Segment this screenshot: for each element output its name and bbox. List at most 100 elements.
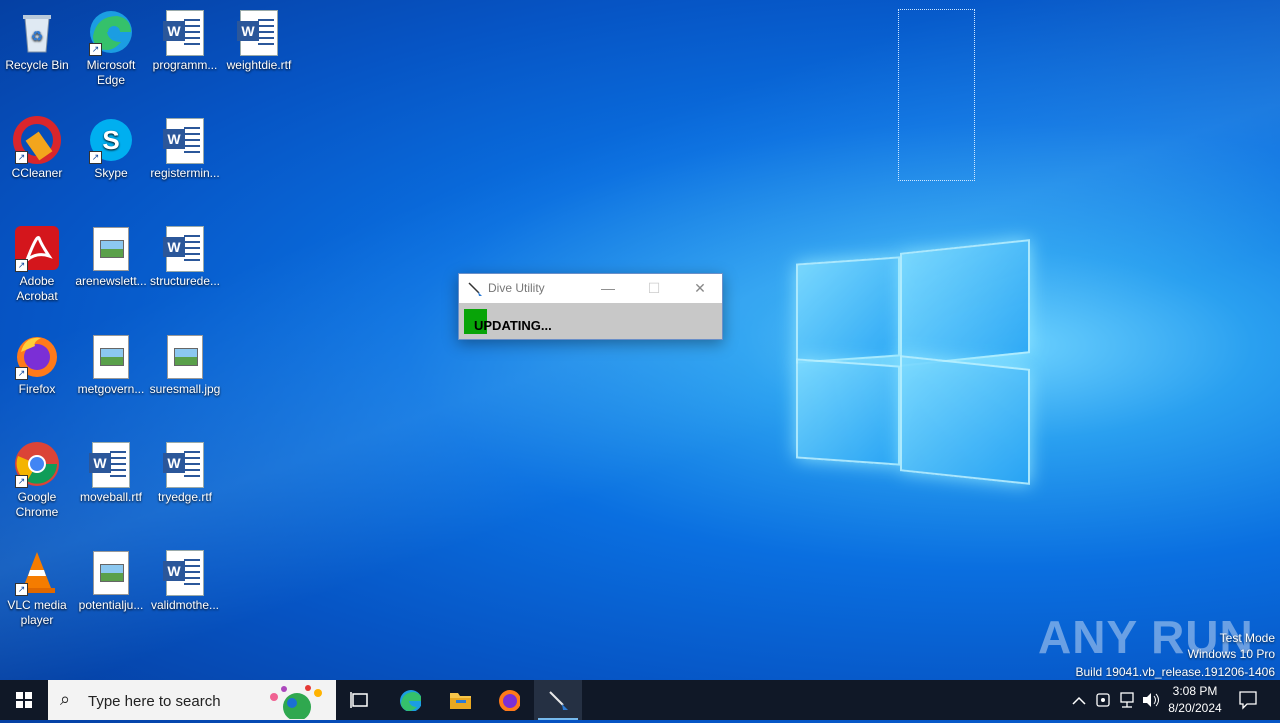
shortcut-arrow-icon: ↗ xyxy=(89,43,102,56)
word-document-icon: W xyxy=(163,550,204,596)
shortcut-arrow-icon: ↗ xyxy=(89,151,102,164)
shortcut-arrow-icon: ↗ xyxy=(15,151,28,164)
desktop-icon-label: CCleaner xyxy=(11,166,63,180)
google-chrome-icon: ↗ xyxy=(13,440,61,488)
word-document-icon: W xyxy=(163,226,204,272)
shortcut-arrow-icon: ↗ xyxy=(15,583,28,596)
show-hidden-icons-button[interactable] xyxy=(1068,680,1090,720)
search-box[interactable]: ⌕ xyxy=(48,680,336,720)
notification-icon xyxy=(1239,691,1257,710)
search-highlight-doodle-icon xyxy=(270,685,322,719)
image-file-icon xyxy=(93,227,129,271)
shortcut-arrow-icon: ↗ xyxy=(15,259,28,272)
desktop-icon-word-document[interactable]: W tryedge.rtf xyxy=(148,440,222,505)
desktop-icon-word-document[interactable]: W structurede... xyxy=(148,224,222,289)
desktop-icon-vlc[interactable]: ↗ VLC media player xyxy=(0,548,74,628)
build-text: Build 19041.vb_release.191206-1406 xyxy=(1075,665,1276,679)
search-input[interactable] xyxy=(86,688,260,714)
minimize-button[interactable]: — xyxy=(585,274,631,303)
paintbrush-icon xyxy=(467,281,483,297)
word-document-icon: W xyxy=(89,442,130,488)
search-icon: ⌕ xyxy=(60,689,71,709)
folder-icon xyxy=(450,693,471,709)
desktop-icon-word-document[interactable]: W validmothe... xyxy=(148,548,222,613)
tray-volume-button[interactable] xyxy=(1140,680,1162,720)
taskbar-file-explorer[interactable] xyxy=(436,680,484,720)
taskbar-microsoft-edge[interactable] xyxy=(386,680,434,720)
status-text: UPDATING... xyxy=(474,318,552,333)
desktop-icon-image-file[interactable]: suresmall.jpg xyxy=(148,332,222,397)
dive-utility-window[interactable]: Dive Utility — ☐ ✕ UPDATING... xyxy=(458,273,723,340)
shortcut-arrow-icon: ↗ xyxy=(15,475,28,488)
microsoft-edge-icon: ↗ xyxy=(87,8,135,56)
action-center-button[interactable] xyxy=(1234,680,1262,720)
desktop-icon-skype[interactable]: S ↗ Skype xyxy=(74,116,148,181)
taskbar: ⌕ 3:08 PM 8/20/2024 xyxy=(0,680,1280,720)
clock-time: 3:08 PM xyxy=(1172,684,1218,698)
desktop-icon-microsoft-edge[interactable]: ↗ Microsoft Edge xyxy=(74,8,148,88)
desktop-icon-label: moveball.rtf xyxy=(79,490,143,504)
desktop-icon-label: suresmall.jpg xyxy=(149,382,221,396)
task-view-button[interactable] xyxy=(336,680,384,720)
desktop-icon-ccleaner[interactable]: ↗ CCleaner xyxy=(0,116,74,181)
desktop-icon-label: VLC media player xyxy=(7,598,67,627)
desktop-icon-image-file[interactable]: potentialju... xyxy=(74,548,148,613)
taskbar-firefox[interactable] xyxy=(485,680,533,720)
windows-icon xyxy=(16,692,32,708)
test-mode-text: Test Mode xyxy=(1219,631,1275,645)
recycle-bin-icon: ♻ xyxy=(13,8,61,56)
desktop-icon-word-document[interactable]: W registermin... xyxy=(148,116,222,181)
vlc-cone-icon: ↗ xyxy=(13,548,61,596)
ccleaner-icon: ↗ xyxy=(13,116,61,164)
image-file-icon xyxy=(93,551,129,595)
desktop-icon-label: Google Chrome xyxy=(15,490,59,519)
desktop-icon-label: potentialju... xyxy=(78,598,144,612)
start-button[interactable] xyxy=(0,680,48,720)
skype-icon: S ↗ xyxy=(87,116,135,164)
desktop-icon-label: programm... xyxy=(152,58,218,72)
paintbrush-icon xyxy=(549,691,568,710)
desktop-icon-label: registermin... xyxy=(150,166,220,180)
desktop-icon-image-file[interactable]: arenewslett... xyxy=(74,224,148,289)
desktop-icon-label: tryedge.rtf xyxy=(157,490,213,504)
word-document-icon: W xyxy=(237,10,278,56)
desktop-icon-label: structurede... xyxy=(149,274,221,288)
word-document-icon: W xyxy=(163,442,204,488)
close-button[interactable]: ✕ xyxy=(677,274,723,303)
image-file-icon xyxy=(167,335,203,379)
desktop-icon-recycle-bin[interactable]: ♻ Recycle Bin xyxy=(0,8,74,73)
taskbar-clock[interactable]: 3:08 PM 8/20/2024 xyxy=(1160,683,1230,717)
taskbar-dive-utility[interactable] xyxy=(534,680,582,720)
clock-date: 8/20/2024 xyxy=(1168,701,1222,715)
desktop-icon-word-document[interactable]: W moveball.rtf xyxy=(74,440,148,505)
desktop-icon-adobe-acrobat[interactable]: ↗ Adobe Acrobat xyxy=(0,224,74,304)
svg-text:S: S xyxy=(102,125,119,155)
shortcut-arrow-icon: ↗ xyxy=(15,367,28,380)
desktop-icon-label: Microsoft Edge xyxy=(86,58,136,87)
adobe-acrobat-icon: ↗ xyxy=(13,224,61,272)
window-body: UPDATING... xyxy=(459,303,722,339)
svg-text:♻: ♻ xyxy=(31,28,44,44)
window-titlebar[interactable]: Dive Utility — ☐ ✕ xyxy=(459,274,722,303)
speaker-icon xyxy=(1143,693,1159,707)
desktop-icon-label: metgovern... xyxy=(77,382,145,396)
desktop-icon-word-document[interactable]: W weightdie.rtf xyxy=(222,8,296,73)
tray-network-button[interactable] xyxy=(1116,680,1138,720)
selection-rectangle xyxy=(898,9,975,181)
desktop-icon-label: Adobe Acrobat xyxy=(16,274,58,303)
tray-security-button[interactable] xyxy=(1092,680,1114,720)
shield-icon xyxy=(1096,693,1110,707)
word-document-icon: W xyxy=(163,10,204,56)
desktop-icon-label: Skype xyxy=(94,166,128,180)
maximize-button[interactable]: ☐ xyxy=(631,274,677,303)
window-title: Dive Utility xyxy=(488,281,545,295)
desktop-icon-firefox[interactable]: ↗ Firefox xyxy=(0,332,74,397)
firefox-icon xyxy=(499,690,520,711)
word-document-icon: W xyxy=(163,118,204,164)
windows-logo-wallpaper xyxy=(796,239,1030,485)
desktop-icon-image-file[interactable]: metgovern... xyxy=(74,332,148,397)
firefox-icon: ↗ xyxy=(13,332,61,380)
desktop-icon-google-chrome[interactable]: ↗ Google Chrome xyxy=(0,440,74,520)
desktop-icon-word-document[interactable]: W programm... xyxy=(148,8,222,73)
chevron-up-icon xyxy=(1072,696,1086,705)
